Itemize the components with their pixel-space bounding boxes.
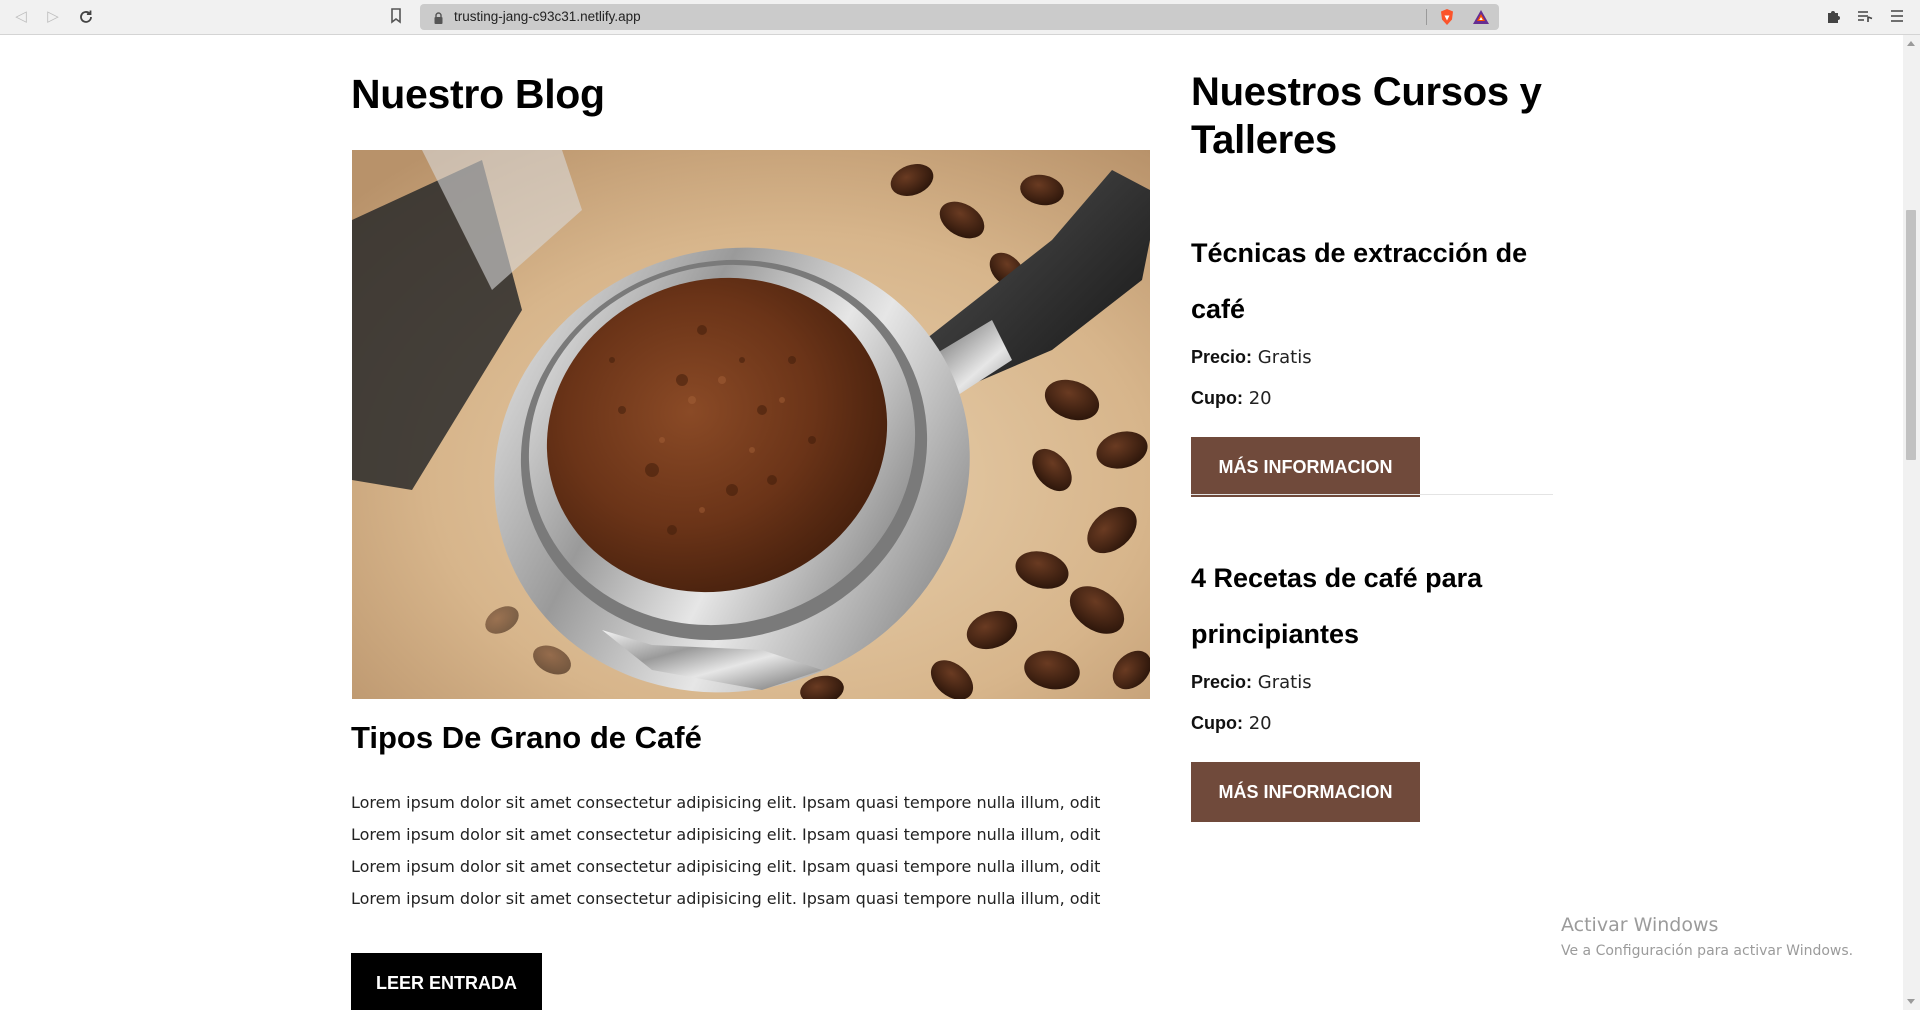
course-title: Técnicas de extracción de café — [1191, 238, 1528, 324]
blog-heading: Nuestro Blog — [351, 71, 605, 117]
blog-post-image[interactable] — [352, 150, 1150, 699]
course-card: 4 Recetas de café para principiantes Pre… — [1191, 550, 1553, 822]
price-label: Precio: — [1191, 347, 1253, 367]
more-info-button[interactable]: MÁS INFORMACION — [1191, 437, 1420, 497]
bookmark-icon[interactable] — [389, 7, 403, 25]
price-value: Gratis — [1257, 347, 1312, 368]
course-price: Precio: Gratis — [1191, 662, 1553, 703]
browser-toolbar: ◁ ▷ trusting-jang-c93c31.netlify.app — [0, 0, 1920, 35]
vertical-scrollbar[interactable] — [1903, 35, 1920, 1010]
scroll-up-arrow-icon[interactable] — [1907, 41, 1915, 46]
price-label: Precio: — [1191, 672, 1253, 692]
url-text[interactable]: trusting-jang-c93c31.netlify.app — [454, 4, 641, 30]
brave-rewards-icon[interactable] — [1472, 9, 1490, 25]
page-content: Nuestro Blog Tipos De Grano de Café Lore… — [0, 35, 1903, 1010]
spots-value: 20 — [1248, 713, 1272, 734]
course-price: Precio: Gratis — [1191, 337, 1553, 378]
brave-shields-icon[interactable] — [1438, 8, 1456, 26]
read-post-button[interactable]: LEER ENTRADA — [351, 953, 542, 1010]
back-arrow-icon[interactable]: ◁ — [10, 6, 32, 28]
forward-arrow-icon[interactable]: ▷ — [42, 6, 64, 28]
reload-icon[interactable] — [75, 6, 97, 28]
address-bar[interactable]: trusting-jang-c93c31.netlify.app — [420, 4, 1499, 30]
course-title: 4 Recetas de café para principiantes — [1191, 563, 1483, 649]
spots-label: Cupo: — [1191, 388, 1243, 408]
hamburger-menu-icon[interactable] — [1890, 8, 1908, 26]
blog-post-title[interactable]: Tipos De Grano de Café — [351, 718, 702, 758]
price-value: Gratis — [1257, 672, 1312, 693]
coffee-portafilter-image — [352, 150, 1150, 699]
address-bar-divider — [1426, 9, 1427, 25]
more-info-button[interactable]: MÁS INFORMACION — [1191, 762, 1420, 822]
scroll-down-arrow-icon[interactable] — [1907, 999, 1915, 1004]
spots-value: 20 — [1248, 388, 1272, 409]
windows-activation-watermark: Activar Windows Ve a Configuración para … — [1561, 913, 1853, 961]
spots-label: Cupo: — [1191, 713, 1243, 733]
course-card: Técnicas de extracción de café Precio: G… — [1191, 225, 1553, 497]
course-spots: Cupo: 20 — [1191, 378, 1553, 419]
scrollbar-thumb[interactable] — [1906, 210, 1916, 460]
watermark-subtitle: Ve a Configuración para activar Windows. — [1561, 943, 1854, 959]
playlist-icon[interactable] — [1857, 8, 1875, 26]
lock-icon — [434, 11, 443, 24]
courses-heading: Nuestros Cursos y Talleres — [1191, 70, 1542, 162]
course-spots: Cupo: 20 — [1191, 703, 1553, 744]
course-divider — [1191, 494, 1553, 495]
blog-post-excerpt: Lorem ipsum dolor sit amet consectetur a… — [351, 793, 1101, 908]
puzzle-extensions-icon[interactable] — [1825, 8, 1843, 26]
watermark-title: Activar Windows — [1561, 914, 1719, 936]
